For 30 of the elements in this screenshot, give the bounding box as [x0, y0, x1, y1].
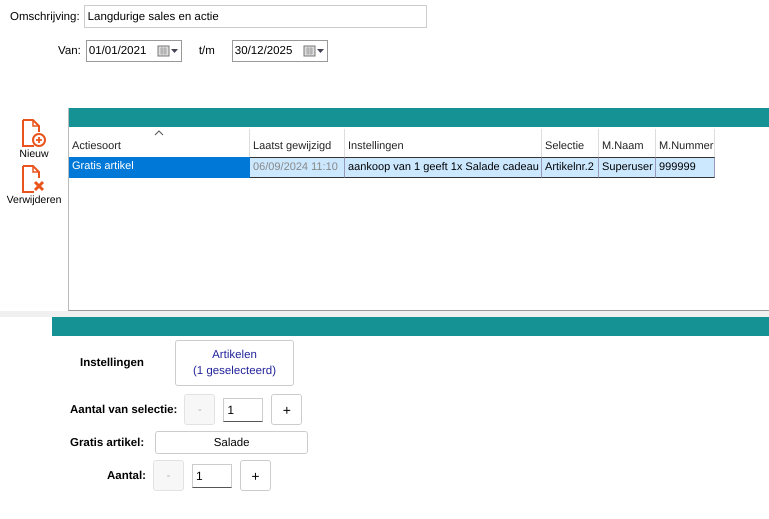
table-cell: Gratis artikel	[69, 157, 250, 178]
field-label: Aantal:	[107, 470, 146, 482]
quantity-field[interactable]: 1	[192, 464, 232, 488]
field-label: Aantal van selectie:	[70, 404, 178, 416]
description-field[interactable]: Langdurige sales en actie	[84, 5, 427, 28]
quantity-field[interactable]: 1	[223, 398, 264, 422]
calendar-dropdown-icon	[302, 45, 325, 57]
new-button[interactable]: Nieuw	[19, 118, 49, 160]
to-label: t/m	[198, 45, 215, 57]
field-label: Gratis artikel:	[70, 436, 144, 448]
from-label: Van:	[58, 45, 81, 57]
delete-button[interactable]: Verwijderen	[6, 164, 62, 206]
from-date-field[interactable]: 01/01/2021	[86, 40, 182, 62]
table-cell: 06/09/2024 11:10	[250, 157, 345, 178]
description-label: Omschrijving:	[10, 10, 80, 22]
sort-caret-icon	[154, 130, 164, 136]
table-cell: aankoop van 1 geeft 1x Salade cadeau	[345, 157, 542, 178]
table-cell: Artikelnr.2	[542, 157, 599, 178]
document-plus-icon	[21, 118, 47, 148]
articles-button[interactable]: Artikelen (1 geselecteerd)	[175, 340, 294, 386]
table-cell: 999999	[656, 157, 715, 178]
settings-label: Instellingen	[79, 357, 145, 369]
calendar-dropdown-icon	[156, 45, 179, 57]
table-cell: Superuser	[599, 157, 656, 178]
document-cross-icon	[21, 164, 47, 194]
increment-button[interactable]: +	[271, 394, 302, 425]
article-picker-button[interactable]: Salade	[155, 431, 308, 454]
increment-button[interactable]: +	[240, 460, 271, 491]
to-date-field[interactable]: 30/12/2025	[232, 40, 328, 62]
table-row[interactable]: Gratis artikel 06/09/2024 11:10 aankoop van 1 geeft 1x Salade cadeau Artikelnr.2 Superuser 999999	[69, 157, 769, 178]
